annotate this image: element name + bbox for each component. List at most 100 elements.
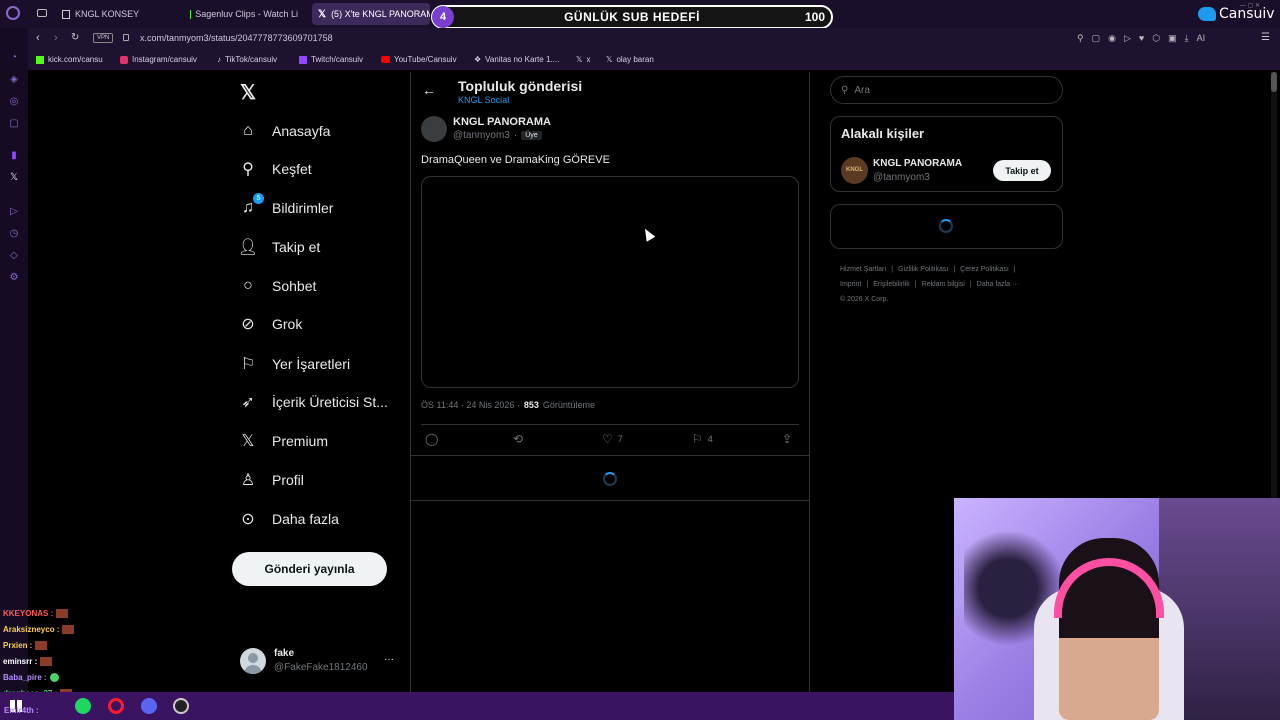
nav-premium[interactable]: 𝕏 Premium	[238, 427, 328, 455]
bookmark-x[interactable]: 𝕏x	[576, 55, 590, 64]
bookmark-button[interactable]: ⚐ 4	[692, 432, 713, 446]
nav-profile[interactable]: ♙ Profil	[238, 466, 304, 494]
tab-overview-icon[interactable]	[37, 9, 47, 17]
account-name: fake	[274, 648, 295, 659]
opera-icon[interactable]	[108, 698, 124, 714]
footer-link[interactable]: Hizmet Şartları	[840, 262, 886, 277]
vpn-badge[interactable]: VPN	[93, 33, 114, 43]
post-button[interactable]: Gönderi yayınla	[232, 552, 387, 586]
bookmark-instagram[interactable]: Instagram/cansuiv	[120, 55, 197, 64]
browser-logo-icon[interactable]	[6, 6, 20, 20]
extension-icon[interactable]: ⬡	[1152, 33, 1160, 45]
tab-sagenluv-clips[interactable]: Sagenluv Clips - Watch Li	[184, 3, 304, 25]
search-placeholder: Ara	[854, 84, 870, 96]
nav-chat[interactable]: ○ Sohbet	[238, 272, 316, 300]
back-arrow-icon[interactable]: ←	[422, 82, 436, 98]
repost-button[interactable]: ⟲	[513, 432, 523, 446]
messenger-icon[interactable]: ◎	[8, 96, 20, 108]
kick-icon	[36, 55, 44, 64]
footer-link[interactable]: Imprint	[840, 277, 861, 292]
x-icon: 𝕏	[576, 55, 583, 64]
nav-bookmarks[interactable]: ⚐ Yer İşaretleri	[238, 350, 350, 378]
chat-line: Prxien :	[3, 641, 48, 651]
community-link[interactable]: KNGL Social	[458, 95, 509, 105]
forward-icon[interactable]: ›	[54, 32, 58, 44]
copyright: © 2026 X Corp.	[840, 296, 889, 303]
related-title: Alakalı kişiler	[841, 126, 925, 141]
pin-icon[interactable]: ⚲	[1077, 33, 1084, 45]
bookmark-icon: ⚐	[240, 356, 256, 373]
tab-kngl-konsey[interactable]: KNGL KONSEY	[56, 3, 176, 25]
x-logo-icon[interactable]: 𝕏	[240, 80, 256, 105]
nav-home[interactable]: ⌂ Anasayfa	[238, 117, 330, 145]
window-controls[interactable]: — ▢ ✕	[1240, 2, 1276, 9]
bookmark-twitch[interactable]: Twitch/cansuiv	[299, 55, 363, 64]
footer-link[interactable]: Çerez Politikası	[960, 262, 1009, 277]
like-count: 7	[617, 434, 623, 444]
wallet-icon[interactable]: ▣	[1168, 33, 1177, 45]
obs-icon[interactable]	[173, 698, 189, 714]
scrollbar-thumb[interactable]	[1271, 72, 1277, 92]
snapshot-icon[interactable]: ▢	[1092, 33, 1101, 45]
related-name[interactable]: KNGL PANORAMA	[873, 158, 962, 169]
author-handle[interactable]: @tanmyom3	[453, 130, 510, 141]
footer-link[interactable]: Daha fazla ···	[977, 277, 1019, 292]
instagram-icon[interactable]: ▢	[8, 118, 20, 130]
like-button[interactable]: ♡ 7	[602, 432, 623, 446]
chat-user: KKEYONAS :	[3, 609, 54, 618]
account-switcher[interactable]: fake @FakeFake1812460 ···	[240, 646, 400, 676]
sub-goal-bar: 4 GÜNLÜK SUB HEDEFİ 100	[431, 5, 833, 29]
heart-icon: ♡	[602, 432, 613, 446]
nav-more[interactable]: ⊙ Daha fazla	[238, 505, 339, 533]
tab-x-post[interactable]: 𝕏 (5) X'te KNGL PANORAMA	[312, 3, 430, 25]
footer-link[interactable]: Gizlilik Politikası	[898, 262, 948, 277]
bookmark-kick[interactable]: kick.com/cansu	[36, 55, 103, 64]
twitch-icon[interactable]: ▮	[8, 150, 20, 162]
player-icon[interactable]: ▷	[8, 206, 20, 218]
nav-grok[interactable]: ⊘ Grok	[238, 310, 302, 338]
bookmark-youtube[interactable]: YouTube/Cansuiv	[381, 55, 457, 64]
spotify-icon[interactable]	[75, 698, 91, 714]
x-icon[interactable]: 𝕏	[8, 172, 20, 184]
related-avatar[interactable]: KNGL	[841, 157, 868, 184]
post-media[interactable]	[421, 176, 799, 388]
column-divider-right	[809, 72, 810, 692]
menu-icon[interactable]: ☰	[1261, 32, 1270, 43]
camera-icon[interactable]: ◉	[1108, 33, 1116, 45]
nav-creator-studio[interactable]: ➶ İçerik Üreticisi St...	[238, 388, 388, 416]
pinboard-icon[interactable]: ◇	[8, 250, 20, 262]
author-name[interactable]: KNGL PANORAMA	[453, 116, 551, 128]
follow-button[interactable]: Takip et	[993, 160, 1051, 181]
url-field[interactable]: x.com/tanmyom3/status/204777877360970175…	[140, 33, 333, 43]
back-icon[interactable]: ‹	[36, 32, 40, 44]
bookmark-olay-baran[interactable]: 𝕏olay baran	[606, 55, 654, 64]
footer-link[interactable]: Reklam bilgisi	[922, 277, 965, 292]
discord-icon[interactable]	[141, 698, 157, 714]
more-dots-icon[interactable]: ···	[384, 654, 394, 665]
author-avatar[interactable]	[421, 116, 447, 142]
search-input[interactable]: ⚲ Ara	[830, 76, 1063, 104]
bookmark-tiktok[interactable]: ♪ TikTok/cansuiv	[217, 55, 277, 64]
nav-follow[interactable]: 👤︎ Takip et	[238, 233, 320, 261]
share-button[interactable]: ⇪	[782, 432, 792, 446]
nav-explore[interactable]: ⚲ Keşfet	[238, 155, 312, 183]
heart-icon[interactable]: ♥	[1139, 33, 1144, 45]
chat-line: eminsrr :	[3, 657, 53, 667]
home-icon: ⌂	[243, 122, 253, 139]
play-icon[interactable]: ▷	[1124, 33, 1131, 45]
history-icon[interactable]: ◷	[8, 228, 20, 240]
post-time[interactable]: ÖS 11:44 · 24 Nis 2026 ·	[421, 400, 520, 410]
nav-notifications[interactable]: ♫ 5 Bildirimler	[238, 193, 333, 222]
settings-icon[interactable]: ⚙	[8, 272, 20, 284]
download-icon[interactable]: ⤓	[1185, 33, 1189, 45]
ai-icon[interactable]: AI	[1197, 33, 1206, 45]
speed-dial-icon[interactable]: ◔	[8, 52, 20, 64]
footer-link[interactable]: Erişilebilirlik	[873, 277, 910, 292]
x-icon: 𝕏	[318, 8, 327, 20]
crypto-icon[interactable]: ◈	[8, 74, 20, 86]
reload-icon[interactable]: ↻	[71, 32, 79, 43]
author-handle-row: @tanmyom3 · Üye	[453, 130, 542, 141]
reply-button[interactable]: ◯	[425, 432, 438, 446]
bookmark-vanitas[interactable]: ❖ Vanitas no Karte 1....	[474, 55, 559, 64]
search-icon: ⚲	[242, 161, 254, 178]
